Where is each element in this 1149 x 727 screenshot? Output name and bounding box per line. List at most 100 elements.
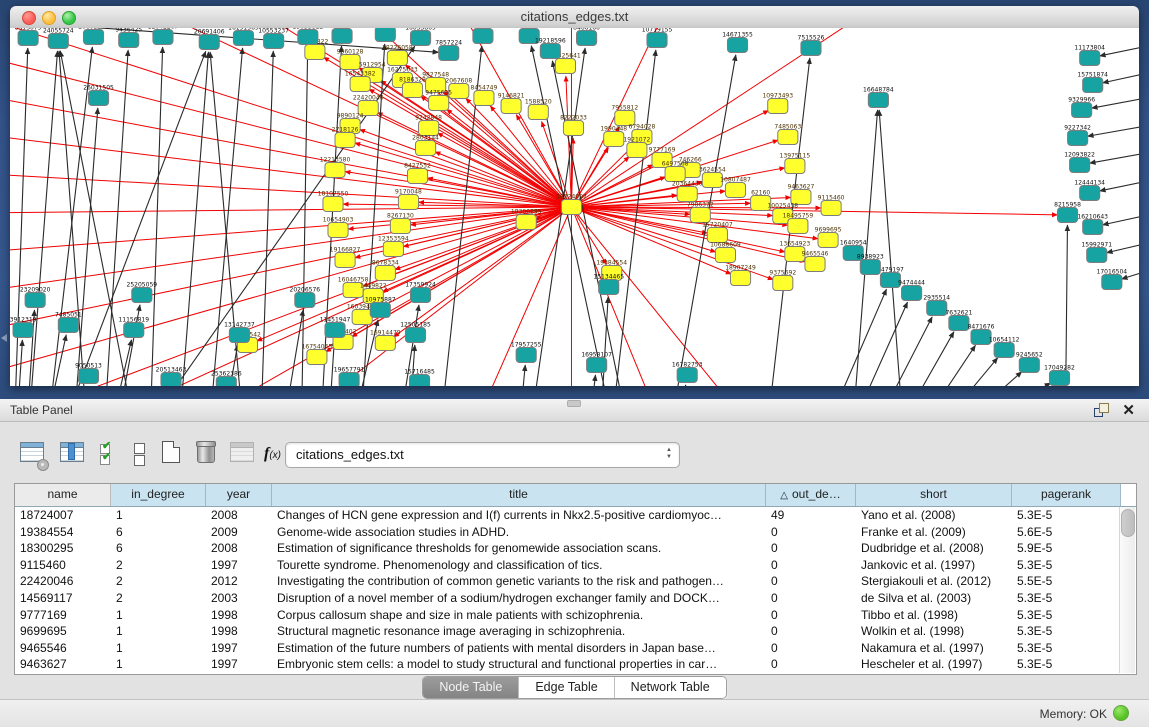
network-node[interactable]: 2803144 <box>412 135 439 156</box>
delete-table-icon[interactable] <box>194 441 220 467</box>
network-node[interactable]: 8454749 <box>471 85 498 106</box>
column-header-title[interactable]: title <box>272 484 766 506</box>
network-node[interactable]: 20364436 <box>672 181 703 202</box>
network-node[interactable]: 11173804 <box>1074 45 1105 66</box>
network-node[interactable]: 8466160 <box>573 28 600 46</box>
network-node[interactable]: 1588520 <box>525 99 552 120</box>
table-row[interactable]: 969969511998Structural magnetic resonanc… <box>15 623 1136 640</box>
network-node[interactable]: 9699695 <box>815 227 842 248</box>
deselect-all-icon[interactable] <box>128 441 154 467</box>
network-node[interactable]: 3912319 <box>10 317 37 338</box>
column-header-short[interactable]: short <box>856 484 1012 506</box>
network-node[interactable]: 7515526 <box>798 35 825 56</box>
network-node[interactable]: 9375692 <box>769 270 796 291</box>
network-window-titlebar[interactable]: citations_edges.txt <box>10 6 1139 29</box>
network-node[interactable]: 16648784 <box>863 87 894 108</box>
network-node[interactable]: 23209020 <box>20 287 51 308</box>
network-node[interactable]: 12444134 <box>1074 180 1105 201</box>
table-row[interactable]: 2242004622012Investigating the contribut… <box>15 573 1136 590</box>
network-node[interactable]: 16210643 <box>1077 214 1108 235</box>
network-node[interactable]: 19657791 <box>334 367 365 386</box>
network-node[interactable]: 10719155 <box>642 28 673 48</box>
table-select-dropdown[interactable]: citations_edges.txt ▲▼ <box>285 442 680 468</box>
network-node[interactable]: 9146821 <box>498 93 525 114</box>
network-node[interactable]: 25362386 <box>211 371 242 386</box>
table-row[interactable]: 1456911722003Disruption of a novel membe… <box>15 590 1136 607</box>
network-node[interactable]: 12093822 <box>1064 152 1095 173</box>
network-node[interactable]: 10553237 <box>258 28 289 49</box>
network-node[interactable]: 8678334 <box>372 260 399 281</box>
network-node[interactable]: 9245652 <box>1016 352 1043 373</box>
close-panel-icon[interactable]: ✕ <box>1122 401 1135 419</box>
network-node[interactable]: 16958107 <box>581 352 612 373</box>
splitter-handle[interactable] <box>567 400 581 407</box>
table-row[interactable]: 911546021997Tourette syndrome. Phenomeno… <box>15 557 1136 574</box>
table-row[interactable]: 946554611997Estimation of the future num… <box>15 640 1136 657</box>
network-node[interactable]: 10653527 <box>370 28 401 42</box>
network-node[interactable]: 23093194 <box>327 28 358 44</box>
network-node[interactable]: 16782753 <box>672 362 703 383</box>
network-node[interactable]: 9474444 <box>898 280 925 301</box>
network-node[interactable]: 26031505 <box>83 85 114 106</box>
network-node[interactable]: 8222033 <box>560 115 587 136</box>
import-table-icon[interactable] <box>230 441 256 467</box>
network-node[interactable]: 16191569 <box>228 28 259 46</box>
collapsed-panel-arrow-icon[interactable] <box>1 334 7 342</box>
network-node[interactable]: 8267130 <box>387 213 414 234</box>
network-node[interactable]: 10807487 <box>720 177 751 198</box>
table-row[interactable]: 1830029562008Estimation of significance … <box>15 540 1136 557</box>
network-node[interactable]: 14671355 <box>722 32 753 53</box>
network-node[interactable]: 9475685 <box>425 90 452 111</box>
network-node[interactable]: 20691406 <box>194 29 225 50</box>
table-row[interactable]: 1938455462009Genome-wide association stu… <box>15 524 1136 541</box>
network-node[interactable]: 8427552 <box>404 163 431 184</box>
table-settings-icon[interactable] <box>20 441 46 467</box>
tab-edge-table[interactable]: Edge Table <box>519 677 614 698</box>
network-node[interactable]: 9227342 <box>1064 125 1091 146</box>
network-node[interactable]: 7485063 <box>774 124 801 145</box>
network-node[interactable]: 7986372 <box>687 202 714 223</box>
network-canvas[interactable]: 1872400776638229860128182260585912954162… <box>10 28 1139 386</box>
network-node[interactable]: 12041267 <box>148 28 179 45</box>
network-node[interactable]: 9463627 <box>787 184 814 205</box>
table-row[interactable]: 977716911998Corpus callosum shape and si… <box>15 607 1136 624</box>
network-node[interactable]: 20206576 <box>290 287 321 308</box>
network-node[interactable]: 9170048 <box>395 189 422 210</box>
network-node[interactable]: 9465546 <box>802 251 829 272</box>
table-row[interactable]: 946362711997Embryonic stem cells: a mode… <box>15 656 1136 673</box>
column-header-out_de[interactable]: △out_de… <box>766 484 856 506</box>
network-node[interactable]: 17957255 <box>511 342 542 363</box>
network-node[interactable]: 9115460 <box>818 195 845 216</box>
column-header-name[interactable]: name <box>15 484 111 506</box>
network-node[interactable]: 7857224 <box>435 40 462 61</box>
network-node[interactable]: 18107550 <box>318 191 349 212</box>
network-node[interactable]: 17049282 <box>1044 365 1075 386</box>
network-node[interactable]: 6497568 <box>662 161 689 182</box>
table-scrollbar-thumb[interactable] <box>1121 509 1135 537</box>
network-node[interactable]: 12505185 <box>400 322 431 343</box>
select-all-icon[interactable]: ✔ ✔ <box>100 441 126 467</box>
network-node[interactable]: 9242848 <box>415 115 442 136</box>
network-node[interactable]: 7485051 <box>55 312 82 333</box>
network-node[interactable]: 8313079 <box>15 28 42 46</box>
network-node[interactable]: 9436425 <box>115 28 142 48</box>
table-row[interactable]: 1872400712008Changes of HCN gene express… <box>15 507 1136 524</box>
column-header-year[interactable]: year <box>206 484 272 506</box>
network-node[interactable]: 7955812 <box>611 105 638 126</box>
new-table-icon[interactable] <box>160 441 186 467</box>
tab-network-table[interactable]: Network Table <box>615 677 726 698</box>
network-node[interactable]: 16754045 <box>302 344 333 365</box>
network-node[interactable]: 16914479 <box>370 330 401 351</box>
network-node[interactable]: 13975115 <box>780 153 811 174</box>
tab-node-table[interactable]: Node Table <box>423 677 519 698</box>
network-node[interactable]: 15716485 <box>404 369 435 386</box>
network-node[interactable]: 8938923 <box>857 254 884 275</box>
network-node[interactable]: 9329966 <box>1068 97 1095 118</box>
network-node[interactable]: 2718126 <box>332 127 359 148</box>
column-header-pagerank[interactable]: pagerank <box>1012 484 1121 506</box>
network-node[interactable]: 20513463 <box>156 367 187 386</box>
network-node[interactable]: 15751874 <box>1077 72 1108 93</box>
network-node[interactable]: 10973493 <box>762 93 793 114</box>
column-header-in_degree[interactable]: in_degree <box>111 484 206 506</box>
float-panel-icon[interactable] <box>1094 403 1109 417</box>
